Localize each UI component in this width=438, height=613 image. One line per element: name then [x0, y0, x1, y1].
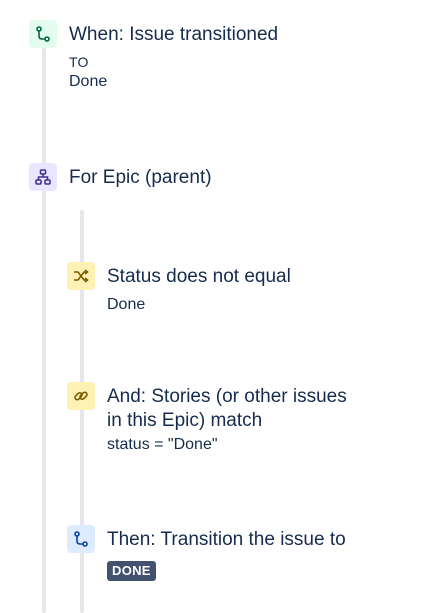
- outer-timeline-line: [42, 48, 46, 613]
- branch-icon: [67, 525, 95, 553]
- condition-related-title-line1: And: Stories (or other issues: [107, 386, 347, 407]
- trigger-status: Done: [69, 73, 108, 90]
- branch-title: For Epic (parent): [69, 167, 212, 188]
- condition-related-query: status = "Done": [107, 436, 218, 453]
- condition-status-value: Done: [107, 296, 146, 313]
- hierarchy-icon: [29, 163, 57, 191]
- action-title: Then: Transition the issue to: [107, 529, 346, 550]
- trigger-title: When: Issue transitioned: [69, 24, 279, 45]
- link-icon: [67, 382, 95, 410]
- branch-icon: [29, 20, 57, 48]
- trigger-to-label: TO: [69, 54, 89, 70]
- status-lozenge: DONE: [107, 561, 156, 581]
- condition-status-title: Status does not equal: [107, 266, 291, 287]
- condition-related-title-line2: in this Epic) match: [107, 410, 263, 431]
- shuffle-icon: [67, 262, 95, 290]
